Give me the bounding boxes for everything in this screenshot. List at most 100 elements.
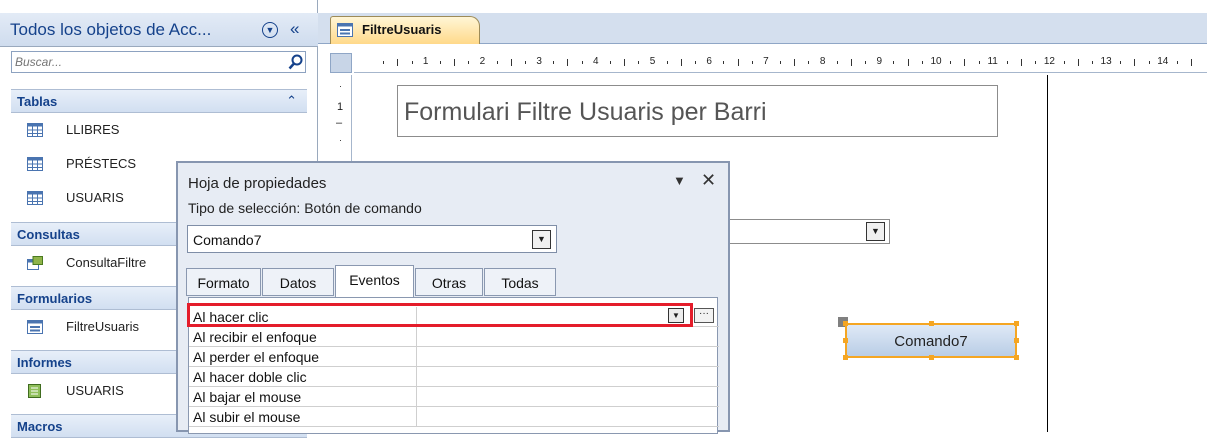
search-icon[interactable] bbox=[288, 54, 304, 70]
ruler-tick bbox=[638, 61, 640, 64]
tab-eventos[interactable]: Eventos bbox=[335, 265, 414, 297]
resize-handle[interactable] bbox=[1014, 355, 1019, 360]
ruler-tick bbox=[680, 59, 682, 66]
nav-item-llibres[interactable]: LLIBRES bbox=[11, 113, 307, 147]
group-header-tables[interactable]: Tablas ⌃ bbox=[11, 89, 307, 113]
property-sheet-title[interactable]: Hoja de propiedades bbox=[188, 175, 326, 192]
property-row-al-hacer-doble-clic[interactable]: Al hacer doble clic bbox=[189, 367, 719, 387]
resize-handle[interactable] bbox=[1014, 338, 1019, 343]
resize-handle[interactable] bbox=[929, 321, 934, 326]
property-row-al-subir-el-mouse[interactable]: Al subir el mouse bbox=[189, 407, 719, 427]
nav-item-label: USUARIS bbox=[66, 190, 124, 205]
ruler-number: 1 bbox=[422, 56, 429, 67]
ruler-number: 7 bbox=[763, 56, 769, 67]
ruler-tick bbox=[624, 59, 626, 66]
nav-item-label: LLIBRES bbox=[66, 122, 120, 137]
chevron-down-icon[interactable]: ▼ bbox=[673, 173, 686, 188]
resize-handle[interactable] bbox=[843, 338, 848, 343]
search-input[interactable] bbox=[15, 55, 280, 69]
ruler-tick bbox=[468, 61, 470, 64]
tab-label: FiltreUsuaris bbox=[362, 22, 442, 37]
ruler-number: 10 bbox=[930, 56, 942, 67]
build-button[interactable]: ··· bbox=[694, 308, 714, 323]
tab-label: Todas bbox=[501, 275, 539, 291]
close-icon[interactable]: ✕ bbox=[701, 170, 716, 191]
tab-datos[interactable]: Datos bbox=[262, 268, 334, 296]
chevron-down-icon[interactable]: ▼ bbox=[532, 230, 551, 249]
table-icon bbox=[27, 191, 43, 205]
property-name: Al bajar el mouse bbox=[193, 389, 302, 405]
property-name: Al recibir el enfoque bbox=[193, 329, 317, 345]
chevron-down-icon[interactable]: ▼ bbox=[866, 222, 885, 241]
ruler-tick bbox=[950, 61, 952, 64]
ruler-tick bbox=[723, 61, 725, 64]
command-button-comando7[interactable]: Comando7 bbox=[843, 321, 1019, 360]
resize-handle[interactable] bbox=[843, 355, 848, 360]
ruler-tick bbox=[1077, 59, 1079, 66]
ruler-number: 13 bbox=[1100, 56, 1112, 67]
form-icon bbox=[337, 23, 353, 37]
query-icon bbox=[27, 256, 43, 270]
ruler-tick bbox=[1035, 61, 1037, 64]
nav-item-label: PRÉSTECS bbox=[66, 156, 137, 171]
nav-dropdown-icon[interactable]: ▼ bbox=[262, 22, 278, 38]
ruler-tick bbox=[1134, 59, 1136, 66]
resize-handle[interactable] bbox=[929, 355, 934, 360]
nav-title[interactable]: Todos los objetos de Acc... bbox=[10, 20, 211, 40]
ruler-tick bbox=[1176, 61, 1178, 64]
ruler-tick bbox=[780, 61, 782, 64]
collapse-pane-icon[interactable]: « bbox=[290, 19, 299, 39]
table-icon bbox=[27, 157, 43, 171]
ruler-tick bbox=[439, 61, 441, 64]
ruler-number: 6 bbox=[706, 56, 712, 67]
ruler-tick bbox=[581, 61, 583, 64]
ruler-tick bbox=[567, 59, 569, 66]
ruler-tick bbox=[1120, 61, 1122, 64]
ruler-number: 14 bbox=[1157, 56, 1169, 67]
horizontal-ruler[interactable]: 1 2 3 4 5 6 7 8 9 10 11 12 13 14 bbox=[354, 53, 1207, 73]
nav-search-box[interactable] bbox=[11, 51, 306, 73]
tab-formato[interactable]: Formato bbox=[186, 268, 261, 296]
ruler-tick bbox=[496, 61, 498, 64]
ruler-tick bbox=[850, 59, 852, 66]
tab-todas[interactable]: Todas bbox=[484, 268, 556, 296]
selected-object-combo[interactable]: Comando7 ▼ bbox=[187, 225, 557, 253]
collapse-group-icon[interactable]: ⌃ bbox=[286, 93, 297, 109]
form-icon bbox=[27, 320, 43, 334]
nav-header[interactable]: Todos los objetos de Acc... ▼ « bbox=[0, 13, 318, 47]
tab-otras[interactable]: Otras bbox=[415, 268, 483, 296]
vruler-number: 1 bbox=[337, 101, 344, 113]
ruler-tick bbox=[1006, 61, 1008, 64]
form-title-text: Formulari Filtre Usuaris per Barri bbox=[404, 98, 767, 126]
tab-label: Datos bbox=[279, 275, 317, 291]
barri-combo-box[interactable]: ▼ bbox=[712, 219, 890, 244]
group-label: Tablas bbox=[17, 94, 58, 109]
ruler-tick bbox=[1148, 61, 1150, 64]
ruler-corner[interactable] bbox=[330, 53, 352, 73]
property-row-al-bajar-el-mouse[interactable]: Al bajar el mouse bbox=[189, 387, 719, 407]
ruler-tick bbox=[1021, 59, 1023, 66]
nav-item-label: ConsultaFiltre bbox=[66, 255, 147, 270]
tab-label: Otras bbox=[431, 275, 467, 291]
ruler-tick bbox=[907, 59, 909, 66]
property-row-al-recibir-el-enfoque[interactable]: Al recibir el enfoque bbox=[189, 327, 719, 347]
property-name: Al perder el enfoque bbox=[193, 349, 320, 365]
ruler-tick bbox=[893, 61, 895, 64]
resize-handle[interactable] bbox=[843, 321, 848, 326]
property-name: Al hacer doble clic bbox=[193, 369, 307, 385]
outside-form-area bbox=[1048, 75, 1207, 432]
ruler-tick bbox=[411, 61, 413, 64]
form-title-label[interactable]: Formulari Filtre Usuaris per Barri bbox=[397, 85, 998, 137]
chevron-down-icon[interactable]: ▼ bbox=[668, 308, 684, 323]
group-label: Consultas bbox=[17, 227, 80, 242]
tab-filtreusuaris[interactable]: FiltreUsuaris bbox=[330, 16, 480, 44]
property-name: Al subir el mouse bbox=[193, 409, 301, 425]
tab-label: Eventos bbox=[349, 272, 400, 288]
property-sheet: Hoja de propiedades ▼ ✕ Tipo de selecció… bbox=[176, 161, 730, 434]
ruler-tick bbox=[553, 61, 555, 64]
resize-handle[interactable] bbox=[1014, 321, 1019, 326]
property-row-al-perder-el-enfoque[interactable]: Al perder el enfoque bbox=[189, 347, 719, 367]
ruler-number: 3 bbox=[536, 56, 542, 67]
ruler-tick bbox=[921, 61, 923, 64]
group-label: Informes bbox=[17, 355, 72, 370]
